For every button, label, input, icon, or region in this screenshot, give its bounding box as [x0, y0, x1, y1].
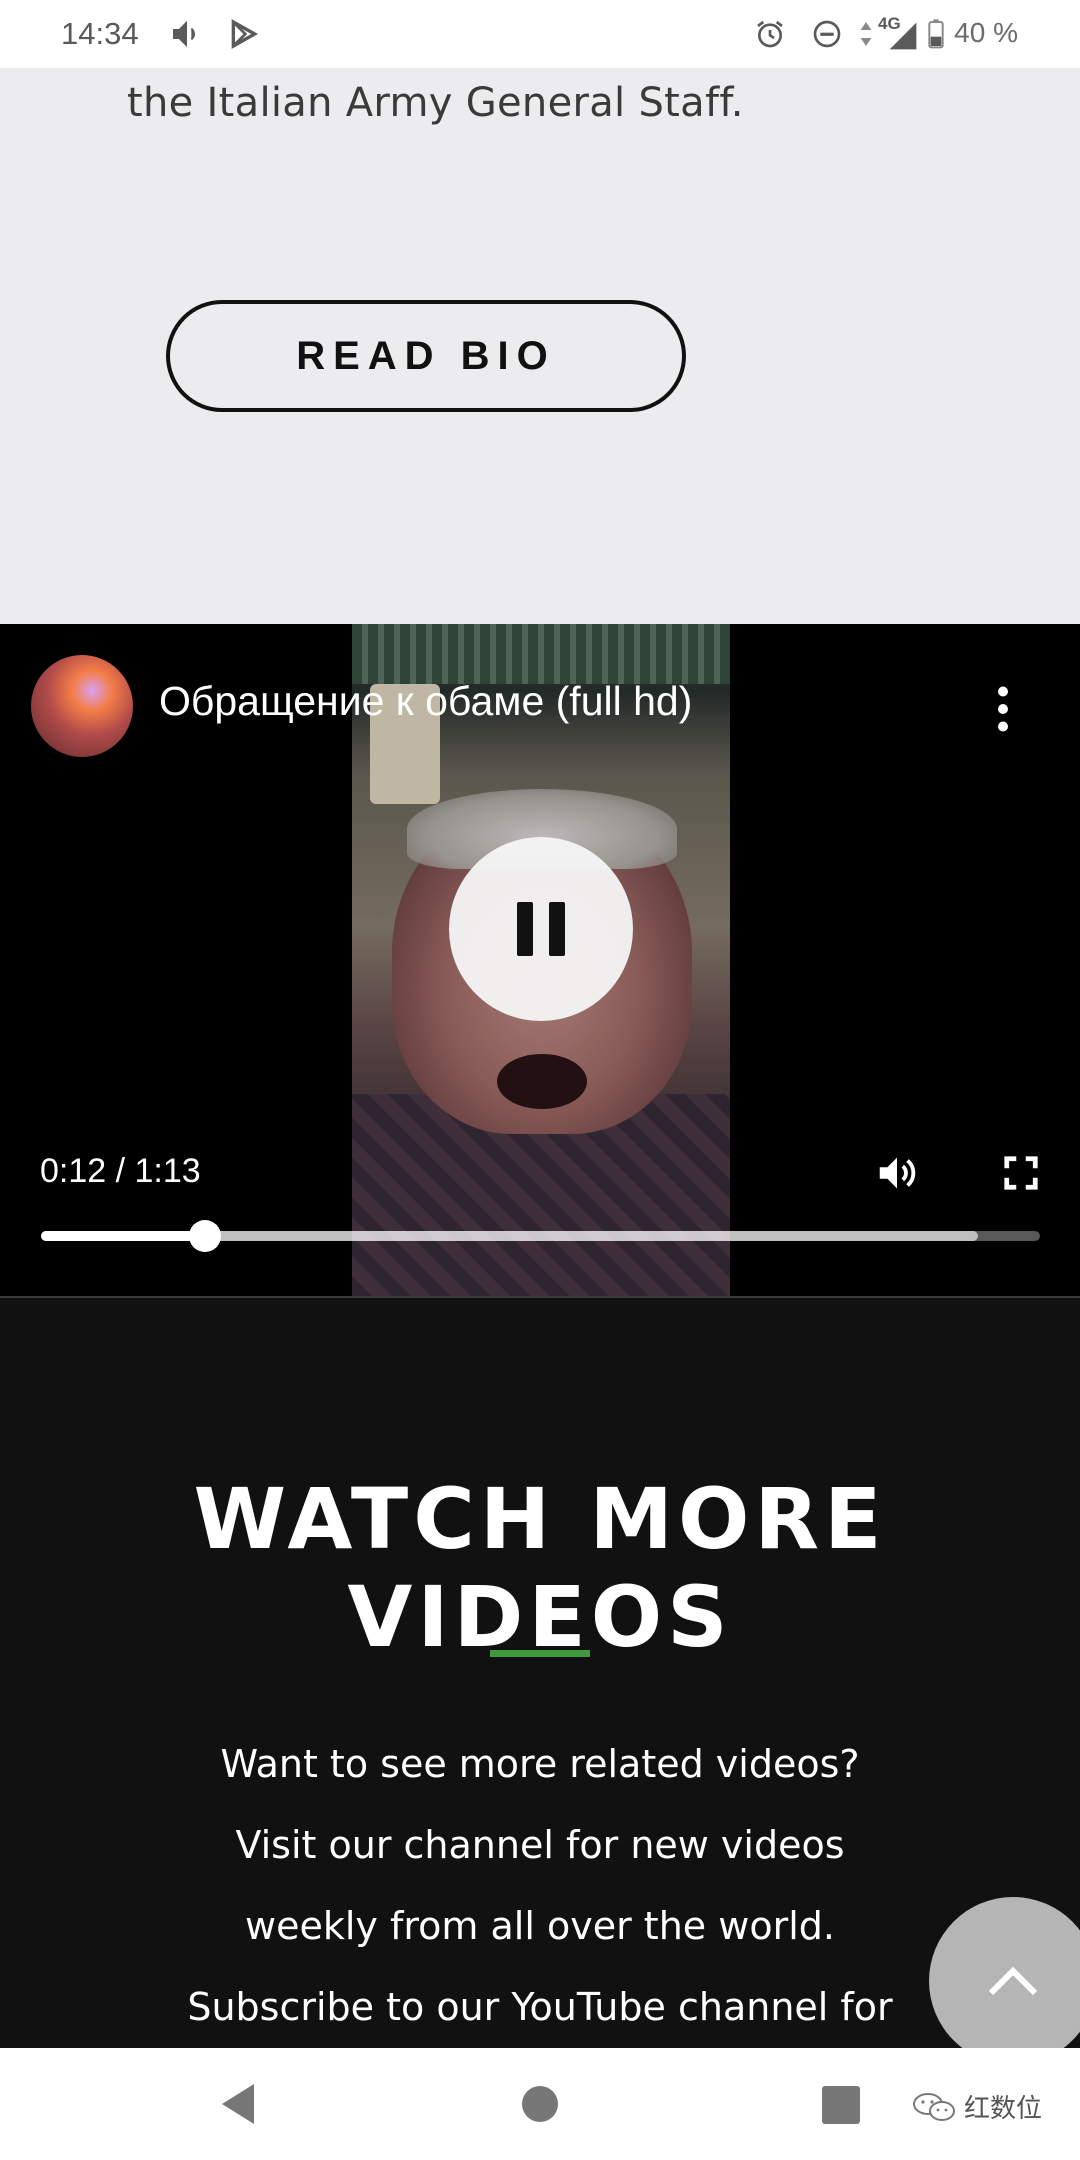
bio-text: the Italian Army General Staff. — [127, 80, 744, 126]
pause-icon — [517, 902, 533, 956]
watch-more-text: Want to see more related videos? Visit o… — [0, 1724, 1080, 2048]
watch-more-section: WATCH MORE VIDEOS Want to see more relat… — [0, 1296, 1080, 2048]
signal-icon — [889, 22, 917, 50]
progress-scrubber[interactable] — [188, 1220, 221, 1252]
pause-icon-bar — [549, 902, 565, 956]
alarm-icon — [757, 20, 783, 48]
pause-button[interactable] — [449, 837, 633, 1021]
playback-time: 0:12 / 1:13 — [40, 1152, 201, 1190]
bio-section: the Italian Army General Staff. READ BIO — [0, 68, 1080, 624]
channel-avatar[interactable] — [31, 655, 133, 757]
status-bar: 14:34 4G 40 % — [0, 0, 1080, 68]
status-time: 14:34 — [61, 16, 139, 51]
watermark-text: 红数位 — [964, 2094, 1043, 2124]
back-icon[interactable] — [218, 2082, 258, 2126]
watch-more-line: Visit our channel for new videos — [235, 1823, 845, 1867]
recents-icon[interactable] — [822, 2086, 860, 2124]
fullscreen-icon[interactable] — [1002, 1154, 1040, 1192]
dnd-icon — [813, 20, 841, 48]
play-store-icon — [231, 19, 259, 49]
wechat-icon — [913, 2092, 955, 2121]
watch-more-line: Want to see more related videos? — [220, 1742, 860, 1786]
home-icon[interactable] — [522, 2086, 558, 2122]
progress-fill — [41, 1231, 205, 1241]
watermark: 红数位 — [912, 2088, 1042, 2125]
watch-more-heading: WATCH MORE VIDEOS — [193, 1470, 887, 1666]
volume-icon[interactable] — [874, 1150, 920, 1196]
battery-icon — [928, 19, 944, 49]
data-arrows-icon — [860, 22, 872, 46]
volume-icon — [173, 20, 195, 48]
accent-divider — [490, 1650, 590, 1657]
more-vert-icon[interactable] — [990, 684, 1016, 734]
watch-more-line: Subscribe to our YouTube channel for — [187, 1985, 893, 2029]
battery-percent: 40 % — [954, 17, 1018, 48]
chevron-up-icon — [988, 1966, 1038, 1996]
read-bio-button[interactable]: READ BIO — [166, 300, 686, 412]
video-player[interactable]: Обращение к обаме (full hd) 0:12 / 1:13 — [0, 624, 1080, 1296]
watch-more-line: weekly from all over the world. — [245, 1904, 835, 1948]
navigation-bar: 红数位 — [0, 2048, 1080, 2160]
video-title[interactable]: Обращение к обаме (full hd) — [159, 678, 692, 725]
